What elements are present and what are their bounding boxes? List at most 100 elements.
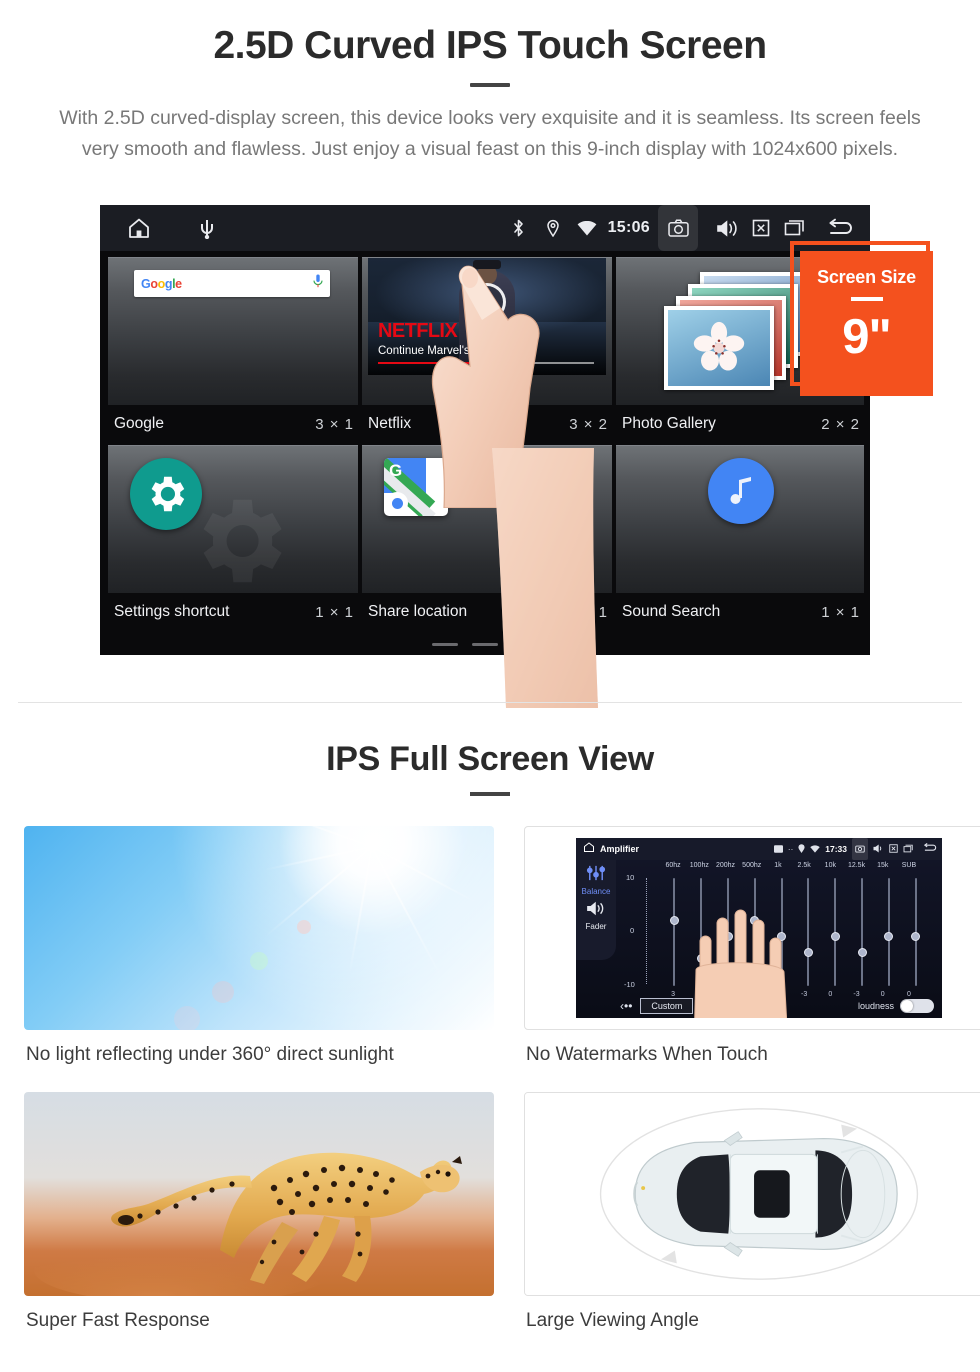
- amp-sidebar-label-balance[interactable]: Balance: [576, 887, 616, 896]
- usb-icon[interactable]: [190, 211, 224, 245]
- amp-equalizer-body: Balance Fader 60hz 100hz 200hz 500hz 1k …: [576, 860, 942, 1018]
- widget-label: Google: [114, 415, 164, 432]
- bluetooth-icon: [502, 211, 536, 245]
- running-cheetah-photo: [24, 1092, 494, 1296]
- speaker-icon[interactable]: [576, 901, 616, 921]
- eq-band-label: SUB: [901, 862, 917, 869]
- eq-band-label: 500hz: [742, 862, 762, 869]
- mute-icon[interactable]: [889, 840, 898, 858]
- page-indicator-dots[interactable]: [100, 643, 870, 646]
- back-icon[interactable]: [922, 840, 938, 858]
- widget-tile-settings-shortcut[interactable]: Settings shortcut 1 × 1: [108, 445, 358, 629]
- eq-band-label: 10k: [824, 862, 836, 869]
- widget-label: Photo Gallery: [622, 415, 716, 432]
- camera-icon[interactable]: [658, 205, 698, 251]
- eq-slider-knob[interactable]: [911, 932, 921, 941]
- eq-slider-track[interactable]: [807, 878, 810, 986]
- widget-label: Settings shortcut: [114, 603, 230, 620]
- device-status-bar: 15:06: [100, 205, 870, 251]
- eq-scale: 10 0 -10: [624, 873, 656, 989]
- android-head-unit-screen: 15:06 Google Google 3 × 1 NETFLIX Contin…: [100, 205, 870, 655]
- microphone-icon[interactable]: [313, 274, 323, 293]
- back-icon[interactable]: [824, 211, 858, 245]
- netflix-brand: NETFLIX: [378, 320, 458, 342]
- wifi-icon: [810, 840, 820, 858]
- amplifier-equalizer-screen: Amplifier ·· 17:33 Balance Fader 60hz 10…: [524, 826, 980, 1030]
- feature-card-sunlight: No light reflecting under 360° direct su…: [24, 826, 494, 1066]
- recents-icon[interactable]: [778, 211, 812, 245]
- home-icon[interactable]: [122, 211, 156, 245]
- section2-underline-rule: [470, 792, 510, 796]
- music-note-icon[interactable]: [708, 458, 774, 524]
- eq-slider-knob[interactable]: [830, 932, 840, 941]
- amp-clock: 17:33: [825, 844, 847, 854]
- amp-title: Amplifier: [600, 844, 640, 854]
- eq-scale-mid: 0: [630, 925, 635, 935]
- eq-band-label: 1k: [774, 862, 782, 869]
- eq-slider-track[interactable]: [861, 878, 863, 986]
- sunlight-sky-photo: [24, 826, 494, 1030]
- google-maps-icon[interactable]: G: [384, 458, 448, 516]
- eq-band-label: 12.5k: [847, 862, 866, 869]
- widget-tile-netflix[interactable]: NETFLIX Continue Marvel's Daredevil Netf…: [362, 257, 612, 441]
- badge-divider: [850, 297, 883, 301]
- eq-band-label: 200hz: [715, 862, 736, 869]
- screen-size-badge: Screen Size 9": [800, 251, 933, 396]
- feature-card-fast-response: Super Fast Response: [24, 1092, 494, 1332]
- widget-label: Netflix: [368, 415, 412, 432]
- settings-shortcut-widget[interactable]: [108, 445, 358, 593]
- gear-icon[interactable]: [130, 458, 202, 530]
- netflix-caption: Continue Marvel's Daredevil: [378, 345, 522, 357]
- section-divider: [18, 702, 962, 703]
- eq-slider-knob[interactable]: [669, 915, 679, 925]
- widget-size: 3 × 1: [315, 415, 354, 433]
- feature-card-caption: No Watermarks When Touch: [526, 1044, 768, 1065]
- play-icon[interactable]: [468, 283, 506, 321]
- feature-card-no-watermarks: Amplifier ·· 17:33 Balance Fader 60hz 10…: [524, 826, 980, 1066]
- product-feature-page: 2.5D Curved IPS Touch Screen With 2.5D c…: [0, 0, 980, 1372]
- dots-icon: ··: [787, 844, 794, 854]
- status-bar-clock: 15:06: [607, 219, 650, 236]
- eq-slider-track[interactable]: [673, 878, 676, 986]
- home-icon[interactable]: [583, 840, 595, 858]
- amp-status-bar: Amplifier ·· 17:33: [576, 838, 942, 860]
- page-dot[interactable]: [432, 643, 458, 646]
- eq-band-label: 60hz: [665, 862, 681, 869]
- mute-icon[interactable]: [744, 211, 778, 245]
- eq-band-label: 2.5k: [797, 862, 811, 869]
- amp-sidebar-label-fader[interactable]: Fader: [576, 922, 616, 931]
- widget-label: Sound Search: [622, 603, 721, 620]
- google-search-widget[interactable]: Google: [108, 257, 358, 405]
- eq-band-label: 100hz: [689, 862, 709, 869]
- widget-size: 1 × 1: [315, 603, 354, 621]
- eq-band-labels: 60hz 100hz 200hz 500hz 1k 2.5k 10k 12.5k…: [620, 862, 936, 869]
- section2-title: IPS Full Screen View: [326, 740, 654, 778]
- eq-scale-min: -10: [624, 980, 635, 989]
- section1-description: With 2.5D curved-display screen, this de…: [59, 106, 921, 160]
- chevron-left-icon[interactable]: ‹••: [620, 999, 632, 1013]
- netflix-widget[interactable]: NETFLIX Continue Marvel's Daredevil: [362, 257, 612, 405]
- eq-slider-knob[interactable]: [884, 932, 894, 941]
- screen-size-value: 9": [842, 310, 891, 364]
- page-dot[interactable]: [472, 643, 498, 646]
- widget-size: 1 × 1: [821, 603, 860, 621]
- camera-icon[interactable]: [852, 838, 868, 860]
- eq-slider-knob[interactable]: [857, 948, 867, 958]
- hand-illustration: [694, 909, 788, 1018]
- volume-icon[interactable]: [710, 211, 744, 245]
- widget-tile-google[interactable]: Google Google 3 × 1: [108, 257, 358, 441]
- flower-photo-icon: [693, 321, 745, 371]
- recents-icon[interactable]: [903, 840, 914, 858]
- page-dot-active[interactable]: [512, 643, 538, 646]
- volume-icon[interactable]: [873, 840, 884, 858]
- feature-card-caption: No light reflecting under 360° direct su…: [26, 1044, 394, 1065]
- sound-search-widget[interactable]: [616, 445, 864, 593]
- widget-tile-share-location[interactable]: G Share location 1 × 1: [362, 445, 612, 629]
- feature-card-caption: Super Fast Response: [26, 1310, 210, 1331]
- search-input[interactable]: Google: [134, 270, 330, 297]
- sliders-icon[interactable]: [576, 865, 616, 886]
- loudness-toggle[interactable]: [900, 999, 934, 1013]
- share-location-widget[interactable]: G: [362, 445, 612, 593]
- gallery-icon: [773, 840, 783, 858]
- widget-tile-sound-search[interactable]: Sound Search 1 × 1: [616, 445, 864, 629]
